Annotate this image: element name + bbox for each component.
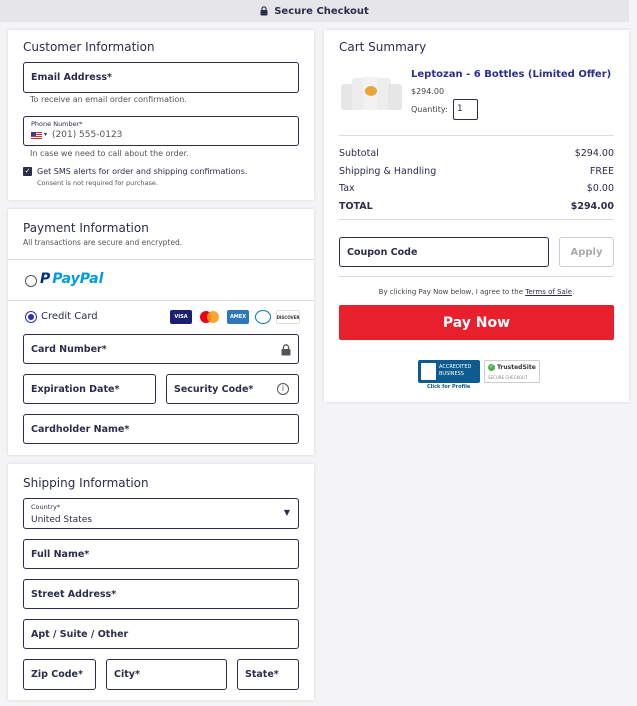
country-label: Country*	[31, 503, 61, 511]
apply-button[interactable]: Apply	[559, 237, 614, 267]
tax-value: $0.00	[586, 183, 614, 194]
customer-info-card: Customer Information Email Address* To r…	[8, 30, 314, 200]
shipping-info-card: Shipping Information Country* United Sta…	[8, 464, 314, 700]
trusted-title: TrustedSite	[497, 364, 536, 371]
cardholder-name-field[interactable]: Cardholder Name*	[23, 414, 299, 444]
bbb-caption[interactable]: Click for Profile	[427, 384, 470, 390]
shipping-label: Shipping & Handling	[339, 166, 437, 177]
zip-code-field[interactable]: Zip Code*	[23, 659, 96, 690]
credit-card-label[interactable]: Credit Card	[41, 311, 98, 322]
phone-hint: In case we need to call about the order.	[30, 149, 189, 158]
product-image	[341, 70, 403, 112]
bbb-badge[interactable]: ACCREDITED BUSINESS Click for Profile	[418, 360, 480, 392]
phone-input[interactable]: (201) 555-0123	[52, 130, 122, 140]
terms-suffix: .	[572, 288, 575, 296]
diners-icon	[255, 310, 271, 324]
card-number-field[interactable]: Card Number*	[23, 334, 299, 364]
lock-icon	[281, 344, 291, 356]
product-name: Leptozan - 6 Bottles (Limited Offer)	[411, 69, 612, 80]
country-value: United States	[31, 515, 92, 525]
subtotal-value: $294.00	[574, 148, 614, 159]
lock-icon	[260, 6, 268, 16]
country-code-chevron-icon[interactable]: ▾	[44, 131, 47, 138]
bbb-logo-icon	[421, 363, 436, 380]
payment-info-card: Payment Information All transactions are…	[8, 209, 314, 455]
trustedsite-badge[interactable]: ✓ TrustedSite SECURE CHECKOUT	[484, 360, 540, 383]
check-icon: ✓	[488, 364, 495, 371]
paypal-option[interactable]: P PayPal	[8, 259, 314, 301]
coupon-code-label: Coupon Code	[347, 246, 418, 258]
security-code-label: Security Code*	[174, 383, 254, 395]
state-label: State*	[245, 669, 279, 680]
divider	[339, 219, 614, 220]
divider	[339, 276, 614, 277]
payment-subheading: All transactions are secure and encrypte…	[23, 238, 183, 247]
state-field[interactable]: State*	[237, 659, 299, 690]
street-address-field[interactable]: Street Address*	[23, 579, 299, 609]
total-value: $294.00	[570, 201, 614, 212]
email-hint: To receive an email order confirmation.	[30, 95, 187, 104]
total-label: TOTAL	[339, 201, 373, 212]
phone-field[interactable]: Phone Number* ▾ (201) 555-0123	[23, 116, 299, 146]
discover-icon: DISCOVER	[276, 310, 300, 324]
apt-suite-field[interactable]: Apt / Suite / Other	[23, 619, 299, 649]
zip-code-label: Zip Code*	[31, 669, 83, 680]
card-number-label: Card Number*	[31, 343, 107, 355]
terms-text: By clicking Pay Now below, I agree to th…	[339, 288, 614, 296]
chevron-down-icon[interactable]: ▼	[284, 508, 290, 517]
email-field[interactable]: Email Address*	[23, 62, 299, 93]
coupon-code-field[interactable]: Coupon Code	[339, 237, 549, 267]
apt-suite-label: Apt / Suite / Other	[31, 628, 129, 640]
city-label: City*	[114, 669, 140, 680]
subtotal-row: Subtotal $294.00	[339, 148, 614, 159]
cardholder-name-label: Cardholder Name*	[31, 423, 130, 435]
cart-summary-heading: Cart Summary	[339, 40, 427, 54]
expiration-date-label: Expiration Date*	[31, 383, 120, 395]
payment-info-heading: Payment Information	[23, 221, 149, 235]
terms-link[interactable]: Terms of Sale	[525, 288, 572, 296]
full-name-field[interactable]: Full Name*	[23, 539, 299, 569]
info-icon[interactable]: i	[277, 383, 289, 395]
credit-card-radio[interactable]	[25, 311, 37, 323]
divider	[339, 135, 614, 136]
secure-checkout-bar: Secure Checkout	[0, 0, 629, 22]
sms-label[interactable]: Get SMS alerts for order and shipping co…	[37, 167, 247, 176]
shipping-value: FREE	[589, 166, 614, 177]
phone-label: Phone Number*	[31, 120, 83, 128]
paypal-radio[interactable]	[25, 275, 37, 287]
sms-checkbox[interactable]: ✓	[23, 167, 32, 176]
street-address-label: Street Address*	[31, 588, 117, 600]
shipping-row: Shipping & Handling FREE	[339, 166, 614, 177]
email-label: Email Address*	[31, 72, 112, 83]
city-field[interactable]: City*	[106, 659, 227, 690]
bbb-line2: BUSINESS	[439, 371, 464, 377]
country-select[interactable]: Country* United States ▼	[23, 498, 299, 529]
bbb-line1: ACCREDITED	[439, 364, 472, 370]
security-code-field[interactable]: Security Code* i	[166, 374, 299, 404]
total-row: TOTAL $294.00	[339, 201, 614, 212]
paypal-logo-icon: P PayPal	[40, 271, 104, 287]
product-price: $294.00	[411, 87, 445, 96]
full-name-label: Full Name*	[31, 548, 90, 560]
customer-info-heading: Customer Information	[23, 40, 155, 54]
amex-icon: AMEX	[227, 310, 249, 324]
expiration-date-field[interactable]: Expiration Date*	[23, 374, 156, 404]
sms-hint: Consent is not required for purchase.	[37, 179, 158, 187]
pay-now-button[interactable]: Pay Now	[339, 305, 614, 340]
paypal-label: PayPal	[52, 271, 104, 287]
tax-row: Tax $0.00	[339, 183, 614, 194]
subtotal-label: Subtotal	[339, 148, 379, 159]
us-flag-icon[interactable]	[31, 132, 42, 139]
terms-prefix: By clicking Pay Now below, I agree to th…	[378, 288, 524, 296]
secure-checkout-title: Secure Checkout	[274, 5, 369, 17]
quantity-input[interactable]: 1	[453, 99, 478, 120]
visa-icon: VISA	[170, 310, 192, 324]
mastercard-icon	[198, 310, 222, 324]
shipping-info-heading: Shipping Information	[23, 476, 149, 490]
quantity-label: Quantity:	[411, 105, 448, 114]
tax-label: Tax	[339, 183, 355, 194]
trusted-sub: SECURE CHECKOUT	[488, 375, 528, 380]
